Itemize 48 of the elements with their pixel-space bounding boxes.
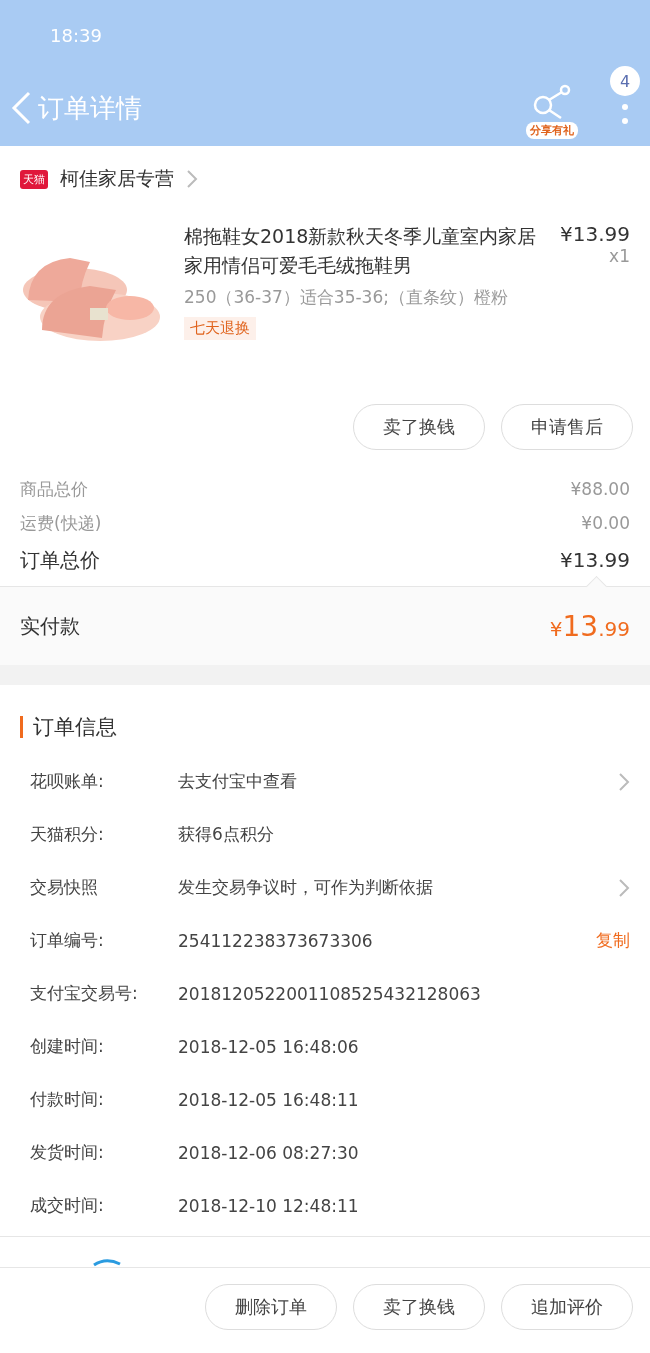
- summary-value: ¥0.00: [581, 513, 630, 533]
- share-label: 分享有礼: [526, 122, 578, 139]
- status-time: 18:39: [50, 24, 102, 46]
- paid-amount: ¥13.99: [549, 609, 630, 643]
- info-value: 获得6点积分: [178, 823, 275, 846]
- info-value: 2018120522001108525432128063: [178, 983, 482, 1004]
- info-value[interactable]: 发生交易争议时，可作为判断依据: [178, 876, 618, 899]
- section-title: 订单信息: [33, 714, 117, 741]
- chevron-right-icon: [618, 877, 630, 898]
- action-button[interactable]: 追加评价: [501, 1284, 633, 1330]
- info-label: 天猫积分:: [30, 823, 105, 846]
- summary-value: ¥88.00: [570, 479, 630, 499]
- info-label: 创建时间:: [30, 1035, 105, 1058]
- info-value: 2018-12-06 08:27:30: [178, 1142, 360, 1163]
- action-button[interactable]: 删除订单: [205, 1284, 337, 1330]
- info-value: 2018-12-05 16:48:11: [178, 1089, 360, 1110]
- info-label: 发货时间:: [30, 1141, 105, 1164]
- chevron-right-icon: [618, 771, 630, 792]
- summary-label: 商品总价: [20, 477, 88, 501]
- action-button[interactable]: 申请售后: [501, 404, 633, 450]
- product-quantity: x1: [608, 246, 630, 266]
- info-label: 支付宝交易号:: [30, 982, 139, 1005]
- info-value: 254112238373673306: [178, 930, 374, 951]
- info-label: 付款时间:: [30, 1088, 105, 1111]
- more-icon[interactable]: [622, 104, 628, 124]
- paid-label: 实付款: [20, 612, 80, 640]
- return-tag: 七天退换: [184, 317, 256, 340]
- action-button[interactable]: 卖了换钱: [353, 404, 485, 450]
- store-tag: 天猫: [20, 169, 48, 189]
- info-label: 成交时间:: [30, 1194, 105, 1217]
- summary-label: 订单总价: [20, 546, 100, 574]
- shop-name[interactable]: 柯佳家居专营: [60, 166, 174, 192]
- info-value[interactable]: 去支付宝中查看: [178, 770, 618, 793]
- summary-value: ¥13.99: [560, 548, 630, 572]
- page-title: 订单详情: [38, 91, 143, 125]
- product-sku: 250（36-37）适合35-36;（直条纹）橙粉: [184, 286, 509, 309]
- info-label: 订单编号:: [30, 929, 105, 952]
- info-label: 花呗账单:: [30, 770, 105, 793]
- info-value: 2018-12-10 12:48:11: [178, 1195, 360, 1216]
- notification-badge: 4: [610, 66, 640, 96]
- summary-label: 运费(快递): [20, 511, 102, 535]
- action-button[interactable]: 卖了换钱: [353, 1284, 485, 1330]
- info-value: 2018-12-05 16:48:06: [178, 1036, 360, 1057]
- product-title: 棉拖鞋女2018新款秋天冬季儿童室内家居家用情侣可爱毛毛绒拖鞋男: [184, 224, 538, 278]
- product-price: ¥13.99: [560, 222, 630, 246]
- back-icon[interactable]: [10, 90, 32, 126]
- info-label: 交易快照: [30, 876, 99, 899]
- chevron-right-icon: [186, 169, 198, 189]
